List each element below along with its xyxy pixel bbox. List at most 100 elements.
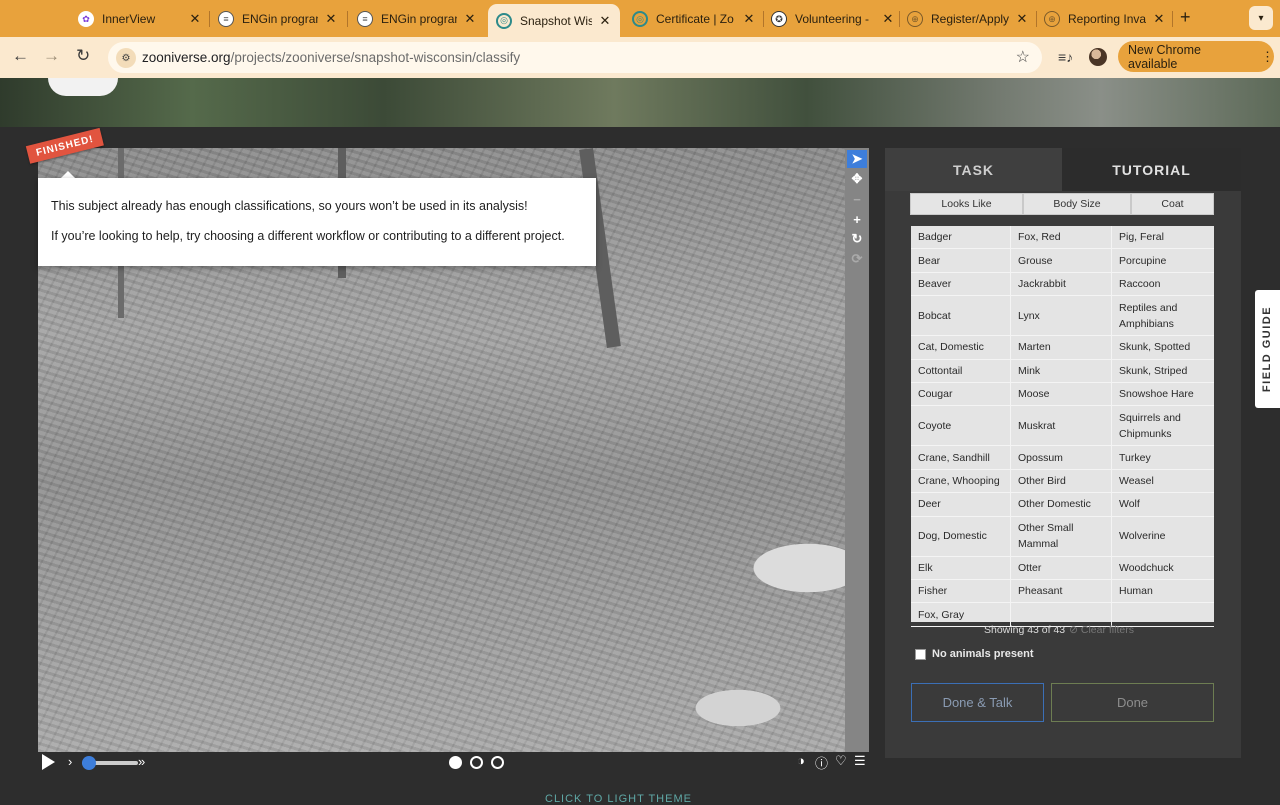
browser-tab-active[interactable]: ◎ Snapshot Wisc ✕ bbox=[488, 4, 620, 37]
checkbox[interactable] bbox=[915, 648, 926, 660]
frame-dot-2[interactable] bbox=[470, 756, 483, 769]
zoom-in-icon[interactable]: + bbox=[847, 210, 867, 228]
species-choice[interactable]: Human bbox=[1112, 580, 1214, 602]
close-icon[interactable]: ✕ bbox=[598, 13, 612, 29]
species-choice[interactable]: Cat, Domestic bbox=[911, 336, 1011, 359]
bookmark-star-icon[interactable]: ☆ bbox=[1016, 47, 1030, 67]
tab-tutorial[interactable]: TUTORIAL bbox=[1062, 148, 1241, 191]
rotate-icon[interactable]: ↻ bbox=[847, 230, 867, 248]
species-choice[interactable]: Pheasant bbox=[1011, 580, 1112, 603]
forward-icon[interactable]: → bbox=[43, 46, 60, 66]
species-choice[interactable]: Coyote bbox=[911, 406, 1011, 446]
double-chevron-right-icon[interactable]: » bbox=[138, 754, 145, 769]
species-choice[interactable]: Cottontail bbox=[911, 359, 1011, 382]
play-icon[interactable] bbox=[42, 754, 55, 770]
theme-toggle[interactable]: CLICK TO LIGHT THEME bbox=[545, 793, 692, 805]
pointer-icon[interactable]: ➤ bbox=[847, 150, 867, 168]
species-choice[interactable]: Beaver bbox=[911, 272, 1011, 296]
collections-icon[interactable]: ☰ bbox=[854, 753, 866, 769]
species-choice[interactable]: Mink bbox=[1011, 359, 1112, 382]
species-choice[interactable]: Jackrabbit bbox=[1011, 272, 1112, 296]
clear-filters-button[interactable]: ⊘ Clear filters bbox=[1069, 624, 1134, 636]
close-icon[interactable]: ✕ bbox=[324, 11, 338, 27]
browser-tab[interactable]: ⊕ Reporting Inva ✕ bbox=[1044, 5, 1166, 33]
field-guide-button[interactable]: FIELD GUIDE bbox=[1255, 290, 1280, 408]
species-choice[interactable]: Reptiles and Amphibians bbox=[1112, 296, 1214, 335]
reading-list-icon[interactable]: ≡♪ bbox=[1058, 49, 1073, 65]
species-choice[interactable]: Fox, Gray bbox=[911, 603, 1011, 626]
species-choice[interactable]: Wolf bbox=[1112, 493, 1214, 515]
done-talk-button[interactable]: Done & Talk bbox=[911, 683, 1044, 722]
zoom-out-icon[interactable]: − bbox=[847, 190, 867, 208]
chevron-right-icon[interactable]: › bbox=[68, 754, 72, 769]
site-settings-icon[interactable]: ⚙ bbox=[116, 48, 136, 68]
close-icon[interactable]: ✕ bbox=[742, 11, 756, 27]
new-tab-button[interactable]: + bbox=[1180, 7, 1191, 28]
reload-icon[interactable]: ↻ bbox=[76, 46, 90, 66]
project-avatar[interactable] bbox=[48, 78, 118, 96]
species-choice[interactable]: Woodchuck bbox=[1112, 557, 1214, 579]
info-icon[interactable]: ⓘ bbox=[815, 753, 828, 772]
species-choice[interactable]: Bear bbox=[911, 249, 1011, 272]
species-choice[interactable]: Other Bird bbox=[1011, 469, 1112, 493]
close-icon[interactable]: ✕ bbox=[188, 11, 202, 27]
close-icon[interactable]: ✕ bbox=[1015, 11, 1029, 27]
speed-slider-thumb[interactable] bbox=[82, 756, 96, 770]
species-choice[interactable]: Crane, Sandhill bbox=[911, 446, 1011, 469]
profile-avatar[interactable] bbox=[1089, 48, 1107, 66]
species-choice[interactable]: Turkey bbox=[1112, 446, 1214, 468]
filter-coat[interactable]: Coat bbox=[1131, 193, 1214, 215]
species-choice[interactable]: Muskrat bbox=[1011, 406, 1112, 446]
done-button[interactable]: Done bbox=[1051, 683, 1214, 722]
back-icon[interactable]: ← bbox=[12, 46, 29, 66]
species-choice[interactable]: Fisher bbox=[911, 580, 1011, 603]
species-choice[interactable]: Marten bbox=[1011, 336, 1112, 359]
address-bar[interactable]: ⚙ zooniverse.org/projects/zooniverse/sna… bbox=[108, 42, 1042, 73]
move-icon[interactable]: ✥ bbox=[847, 170, 867, 188]
species-choice[interactable]: Other Domestic bbox=[1011, 493, 1112, 516]
species-choice[interactable]: Skunk, Striped bbox=[1112, 360, 1214, 382]
species-choice[interactable]: Cougar bbox=[911, 383, 1011, 406]
species-choice[interactable]: Grouse bbox=[1011, 249, 1112, 272]
update-chrome-button[interactable]: New Chrome available ⋮ bbox=[1118, 41, 1274, 72]
close-icon[interactable]: ✕ bbox=[463, 11, 477, 27]
species-choice[interactable]: Lynx bbox=[1011, 296, 1112, 336]
browser-tab[interactable]: ◎ Certificate | Zo ✕ bbox=[632, 5, 756, 33]
browser-tab[interactable]: ⊕ Register/Apply ✕ bbox=[907, 5, 1029, 33]
species-choice[interactable]: Opossum bbox=[1011, 446, 1112, 469]
browser-tab[interactable]: ✿ InnerView ✕ bbox=[78, 5, 202, 33]
species-choice[interactable]: Dog, Domestic bbox=[911, 516, 1011, 556]
tab-task[interactable]: TASK bbox=[885, 148, 1062, 191]
species-choice[interactable]: Badger bbox=[911, 226, 1011, 249]
species-choice[interactable]: Weasel bbox=[1112, 470, 1214, 492]
species-choice[interactable]: Wolverine bbox=[1112, 517, 1214, 556]
no-animals-checkbox[interactable]: No animals present bbox=[915, 648, 1033, 660]
species-choice[interactable]: Deer bbox=[911, 493, 1011, 516]
close-icon[interactable]: ✕ bbox=[881, 11, 895, 27]
species-choice[interactable]: Skunk, Spotted bbox=[1112, 336, 1214, 358]
filter-body-size[interactable]: Body Size bbox=[1023, 193, 1131, 215]
species-choice[interactable]: Crane, Whooping bbox=[911, 469, 1011, 493]
browser-tab[interactable]: ≡ ENGin program ✕ bbox=[218, 5, 338, 33]
filter-looks-like[interactable]: Looks Like bbox=[910, 193, 1023, 215]
species-choice[interactable]: Otter bbox=[1011, 556, 1112, 579]
tab-search-button[interactable]: ▾ bbox=[1249, 6, 1273, 30]
contrast-icon[interactable]: ◑ bbox=[797, 753, 805, 768]
browser-tab[interactable]: ✪ Volunteering - ✕ bbox=[771, 5, 895, 33]
species-choice[interactable]: Pig, Feral bbox=[1112, 226, 1214, 248]
species-choice[interactable]: Snowshoe Hare bbox=[1112, 383, 1214, 405]
species-choice[interactable]: Moose bbox=[1011, 383, 1112, 406]
species-choice[interactable]: Bobcat bbox=[911, 296, 1011, 336]
species-choice[interactable]: Fox, Red bbox=[1011, 226, 1112, 249]
species-choice[interactable]: Raccoon bbox=[1112, 273, 1214, 295]
species-choice[interactable]: Elk bbox=[911, 556, 1011, 579]
species-choice[interactable]: Other Small Mammal bbox=[1011, 516, 1112, 556]
species-choice[interactable]: Squirrels and Chipmunks bbox=[1112, 406, 1214, 445]
frame-dot-3[interactable] bbox=[491, 756, 504, 769]
heart-icon[interactable]: ♡ bbox=[835, 753, 847, 769]
browser-tab[interactable]: ≡ ENGin program ✕ bbox=[357, 5, 477, 33]
reset-icon[interactable]: ⟳ bbox=[847, 250, 867, 268]
close-icon[interactable]: ✕ bbox=[1152, 11, 1166, 27]
frame-dot-1[interactable] bbox=[449, 756, 462, 769]
species-choice[interactable]: Porcupine bbox=[1112, 249, 1214, 271]
